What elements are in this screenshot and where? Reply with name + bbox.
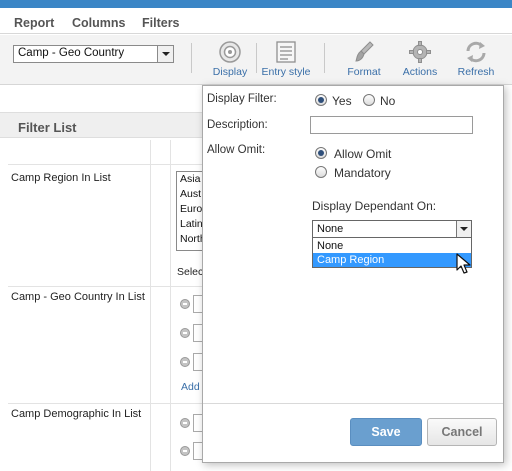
- display-filter-no-radio[interactable]: [363, 94, 375, 106]
- column-divider: [170, 140, 171, 471]
- row-divider: [8, 403, 230, 404]
- row-divider: [8, 286, 230, 287]
- entry-style-label: Entry style: [261, 66, 311, 78]
- dependant-dropdown-list: None Camp Region: [312, 237, 472, 268]
- remove-icon[interactable]: [180, 446, 190, 456]
- entry-style-button[interactable]: Entry style: [258, 35, 314, 85]
- format-label: Format: [347, 66, 381, 78]
- display-filter-yes-label[interactable]: Yes: [332, 94, 352, 108]
- cancel-button[interactable]: Cancel: [427, 418, 497, 446]
- filter-row-label: Camp - Geo Country In List: [11, 291, 145, 303]
- add-link[interactable]: Add: [181, 381, 200, 393]
- dependant-select[interactable]: None: [312, 220, 472, 238]
- filter-list-header: Filter List: [0, 112, 230, 138]
- menu-columns[interactable]: Columns: [72, 16, 125, 30]
- dimension-select[interactable]: Camp - Geo Country: [13, 45, 174, 63]
- mandatory-option-label[interactable]: Mandatory: [334, 166, 391, 180]
- menu-report[interactable]: Report: [14, 16, 54, 30]
- display-label: Display: [212, 66, 248, 78]
- dimension-select-value: Camp - Geo Country: [18, 47, 125, 59]
- actions-label: Actions: [402, 66, 438, 78]
- display-filter-label: Display Filter:: [207, 93, 277, 105]
- remove-icon[interactable]: [180, 299, 190, 309]
- entry-style-icon: [276, 41, 296, 63]
- filter-row-label: Camp Demographic In List: [11, 408, 142, 420]
- remove-icon[interactable]: [180, 418, 190, 428]
- active-tab-indicator: [153, 8, 165, 14]
- filter-list-title: Filter List: [18, 120, 77, 135]
- popup-footer-divider: [203, 403, 503, 404]
- save-button[interactable]: Save: [350, 418, 422, 446]
- display-filter-no-label[interactable]: No: [380, 94, 395, 108]
- mandatory-radio[interactable]: [315, 166, 327, 178]
- display-filter-yes-radio[interactable]: [315, 94, 327, 106]
- dependant-label: Display Dependant On:: [312, 199, 437, 213]
- toolbar-divider: [191, 43, 192, 73]
- dependant-option-none[interactable]: None: [313, 239, 471, 253]
- gear-icon: [409, 41, 431, 63]
- filter-row-label: Camp Region In List: [11, 172, 111, 184]
- dependant-select-value: None: [317, 223, 344, 235]
- allow-omit-radio[interactable]: [315, 147, 327, 159]
- paintbrush-icon: [355, 41, 374, 62]
- chevron-down-icon[interactable]: [456, 221, 471, 237]
- allow-omit-label: Allow Omit:: [207, 144, 266, 156]
- allow-omit-option-label[interactable]: Allow Omit: [334, 147, 391, 161]
- refresh-label: Refresh: [457, 66, 495, 78]
- toolbar-divider: [256, 43, 257, 73]
- description-input[interactable]: [310, 116, 473, 134]
- remove-icon[interactable]: [180, 357, 190, 367]
- select-link[interactable]: Selec: [177, 266, 203, 278]
- description-label: Description:: [207, 119, 268, 131]
- row-divider: [8, 164, 230, 165]
- toolbar-divider: [324, 43, 325, 73]
- remove-icon[interactable]: [180, 328, 190, 338]
- column-divider: [150, 140, 151, 471]
- refresh-icon: [466, 41, 486, 63]
- menu-filters[interactable]: Filters: [142, 16, 180, 30]
- actions-button[interactable]: Actions: [396, 35, 444, 85]
- format-button[interactable]: Format: [340, 35, 388, 85]
- top-accent-bar: [0, 0, 512, 8]
- display-icon: [219, 41, 241, 63]
- chevron-down-icon[interactable]: [157, 46, 173, 62]
- dependant-option-camp-region[interactable]: Camp Region: [313, 253, 471, 267]
- mouse-cursor-icon: [456, 253, 471, 274]
- refresh-button[interactable]: Refresh: [452, 35, 500, 85]
- display-button[interactable]: Display: [206, 35, 254, 85]
- toolbar: Camp - Geo Country Display Entry style F…: [0, 35, 512, 85]
- menu-bar: Report Columns Filters: [0, 8, 512, 34]
